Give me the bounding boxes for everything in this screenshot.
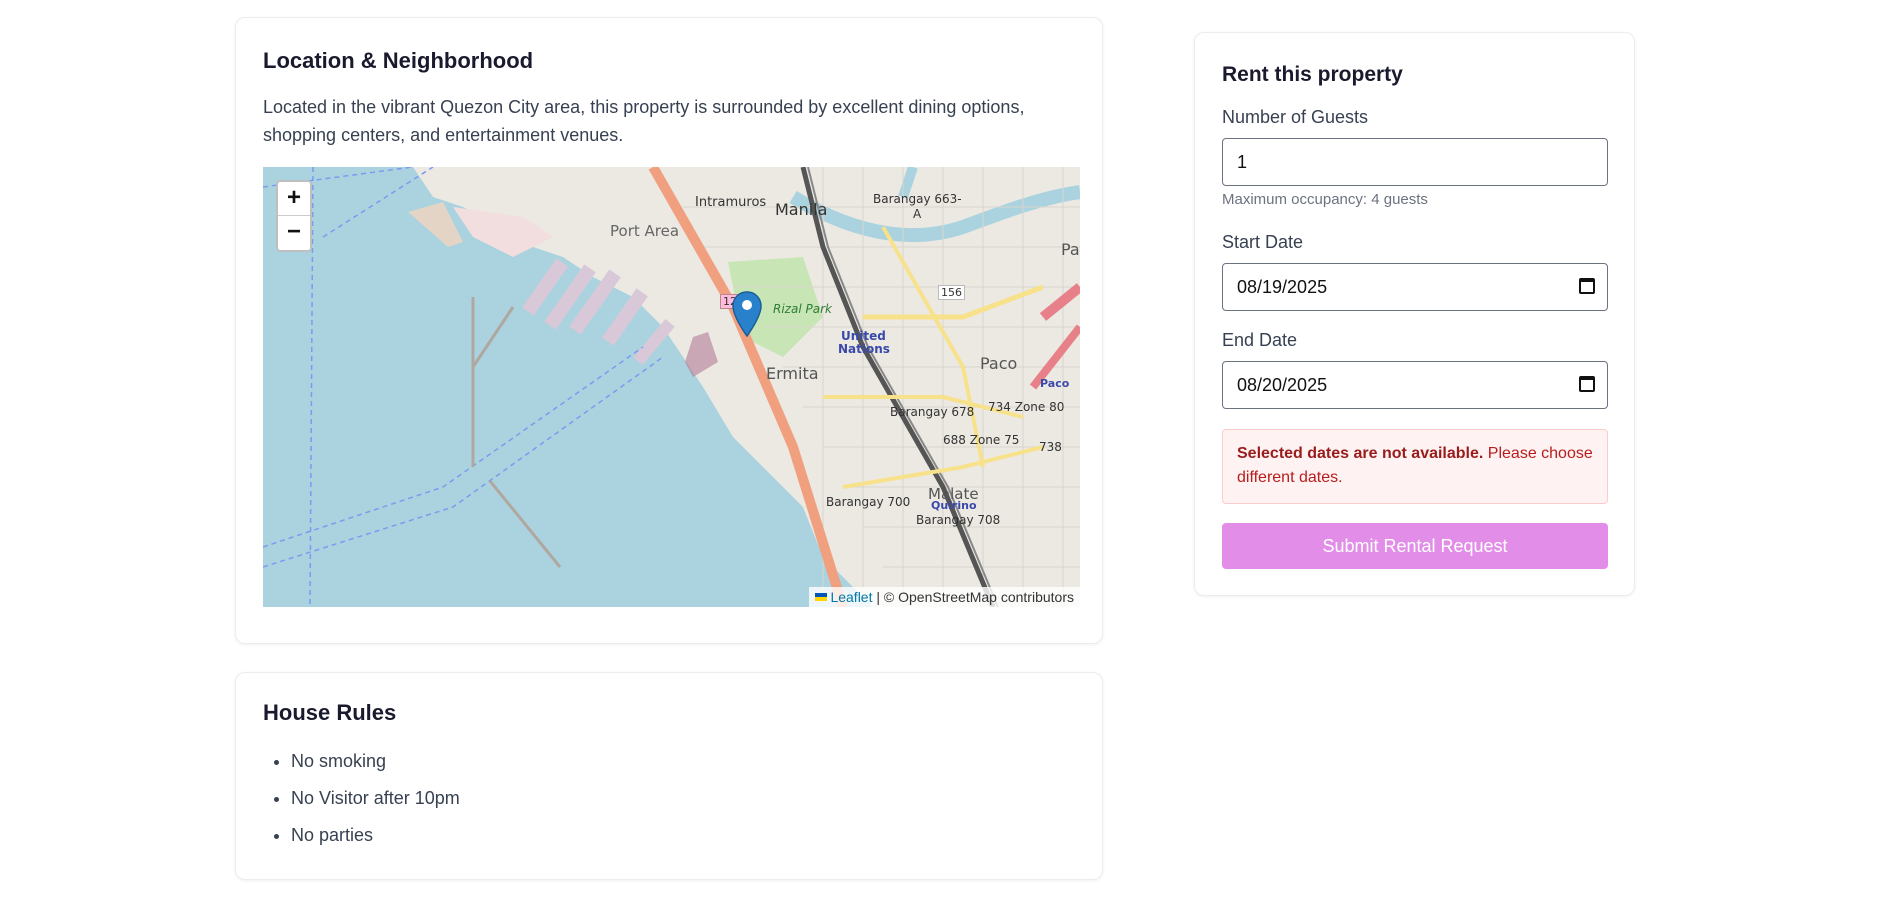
map-label-zone-80: 734 Zone 80 — [988, 400, 1065, 414]
map[interactable]: Intramuros Manila Port Area Barangay 663… — [263, 167, 1080, 607]
guests-label: Number of Guests — [1222, 107, 1369, 127]
end-date-value: 08/20/2025 — [1237, 375, 1328, 395]
calendar-icon[interactable] — [1579, 376, 1595, 392]
zoom-out-button[interactable]: − — [278, 216, 310, 250]
end-date-input[interactable]: 08/20/2025 — [1222, 361, 1608, 409]
map-label-barangay-678: Barangay 678 — [890, 405, 975, 419]
map-label-156: 156 — [938, 285, 965, 300]
house-rules-title: House Rules — [263, 700, 397, 725]
map-labels: Intramuros Manila Port Area Barangay 663… — [263, 167, 1080, 607]
guests-input[interactable]: 1 — [1222, 138, 1608, 186]
guests-value: 1 — [1237, 152, 1248, 172]
ukraine-flag-icon — [815, 593, 828, 601]
leaflet-link[interactable]: Leaflet — [830, 589, 872, 605]
map-label-paco-station: Paco — [1040, 377, 1070, 390]
house-rules-list: No smoking No Visitor after 10pm No part… — [291, 749, 460, 860]
map-label-quirino: Quirino — [931, 499, 977, 512]
map-label-738: 738 — [1039, 440, 1062, 454]
map-label-nations: Nations — [838, 342, 890, 356]
zoom-in-button[interactable]: + — [278, 182, 310, 216]
list-item: No Visitor after 10pm — [291, 786, 460, 823]
rent-title: Rent this property — [1222, 63, 1403, 86]
map-label-barangay-700: Barangay 700 — [826, 495, 911, 509]
availability-error: Selected dates are not available. Please… — [1222, 429, 1608, 504]
rent-card: Rent this property Number of Guests 1 Ma… — [1194, 32, 1635, 596]
list-item: No smoking — [291, 749, 460, 786]
map-label-barangay-663-a: A — [913, 207, 922, 221]
map-label-intramuros: Intramuros — [695, 195, 767, 210]
map-label-pa: Pa — [1061, 240, 1080, 259]
map-label-barangay-663: Barangay 663- — [873, 192, 962, 206]
map-label-zone-75: 688 Zone 75 — [943, 433, 1020, 447]
map-marker-icon[interactable] — [732, 291, 762, 337]
map-label-ermita: Ermita — [766, 364, 819, 383]
calendar-icon[interactable] — [1579, 278, 1595, 294]
location-card: Location & Neighborhood Located in the v… — [235, 17, 1103, 644]
location-title: Location & Neighborhood — [263, 48, 534, 73]
submit-rental-button[interactable]: Submit Rental Request — [1222, 523, 1608, 569]
list-item: No parties — [291, 823, 460, 860]
zoom-control: + − — [276, 180, 312, 252]
map-label-rizal-park: Rizal Park — [773, 302, 832, 316]
end-date-label: End Date — [1222, 330, 1298, 350]
start-date-value: 08/19/2025 — [1237, 277, 1328, 297]
map-attribution: Leaflet | © OpenStreetMap contributors — [809, 587, 1080, 607]
error-bold-text: Selected dates are not available. — [1237, 445, 1484, 462]
map-label-united: United — [841, 329, 886, 343]
map-label-barangay-708: Barangay 708 — [916, 513, 1001, 527]
start-date-input[interactable]: 08/19/2025 — [1222, 263, 1608, 311]
location-description: Located in the vibrant Quezon City area,… — [263, 97, 1025, 145]
map-label-port-area: Port Area — [610, 222, 680, 240]
start-date-label: Start Date — [1222, 232, 1304, 252]
map-label-manila: Manila — [775, 200, 828, 219]
map-label-paco: Paco — [980, 354, 1018, 373]
max-occupancy-hint: Maximum occupancy: 4 guests — [1222, 191, 1428, 208]
osm-attribution: | © OpenStreetMap contributors — [876, 589, 1074, 605]
house-rules-card: House Rules No smoking No Visitor after … — [235, 672, 1103, 880]
